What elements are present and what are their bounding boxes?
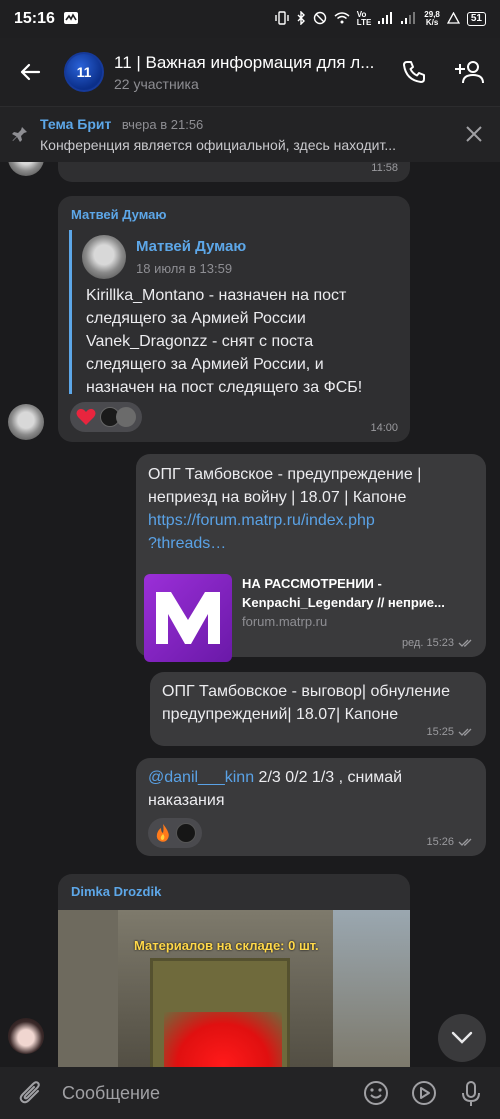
forwarded-avatar	[82, 235, 126, 279]
message-text: @danil___kinn 2/3 0/2 1/3 , снимай наказ…	[148, 769, 403, 809]
dnd-icon	[313, 11, 327, 28]
signal-2-icon	[401, 11, 417, 27]
activity-icon	[63, 11, 79, 28]
add-user-icon	[455, 61, 484, 84]
reactions	[70, 402, 142, 432]
forwarded-block[interactable]: Матвей Думаю 18 июля в 13:59 Kirillka_Mo…	[69, 230, 399, 396]
attach-icon	[19, 1081, 40, 1104]
message-sender[interactable]: Dimka Drozdik	[71, 884, 161, 899]
double-check-icon	[458, 838, 472, 846]
message-bubble[interactable]: 11:58	[58, 162, 410, 182]
forwarded-name: Матвей Думаю	[136, 238, 247, 255]
play-icon	[412, 1081, 436, 1105]
reaction-avatar	[116, 407, 136, 427]
chat-title: 11 | Важная информация для л...	[114, 52, 375, 72]
status-time: 15:16	[14, 10, 55, 27]
pinned-date: вчера в 21:56	[121, 117, 204, 132]
mention-link[interactable]: @danil___kinn	[148, 769, 254, 786]
preview-subtitle: Kenpachi_Legendary // неприе...	[242, 595, 445, 610]
message-bubble[interactable]: ОПГ Тамбовское - предупреждение | неприе…	[136, 454, 486, 662]
message-list[interactable]: 11:58 Матвей Думаю Матвей Думаю 18 июля …	[0, 162, 500, 1067]
message-bubble[interactable]: ОПГ Тамбовское - выговор| обнуление пред…	[150, 672, 486, 746]
message-image[interactable]: Материалов на складе: 0 шт.	[58, 910, 410, 1067]
message-text: ОПГ Тамбовское - предупреждение | неприе…	[148, 463, 478, 555]
double-check-icon	[458, 728, 472, 736]
message-bubble[interactable]: Матвей Думаю Матвей Думаю 18 июля в 13:5…	[58, 196, 410, 442]
message-time: 15:26	[426, 836, 474, 848]
chat-title-block[interactable]: 11 | Важная информация для л... 22 участ…	[114, 53, 384, 92]
pinned-message-bar[interactable]: Тема Брит вчера в 21:56 Конференция явля…	[0, 106, 500, 162]
sender-avatar[interactable]	[8, 1018, 44, 1054]
pinned-close-button[interactable]	[464, 124, 484, 149]
preview-thumbnail	[144, 574, 232, 662]
message-time: 14:00	[370, 422, 398, 434]
message-sender[interactable]: Матвей Думаю	[71, 207, 167, 222]
message-input-placeholder: Сообщение	[62, 1082, 160, 1103]
double-check-icon	[458, 639, 472, 647]
chat-avatar[interactable]: 11	[64, 52, 104, 92]
fire-reaction[interactable]	[148, 818, 202, 848]
site-logo-icon	[156, 592, 220, 644]
message-bubble[interactable]: Dimka Drozdik Материалов на складе: 0 шт…	[58, 874, 410, 1067]
image-wall	[58, 910, 118, 1067]
reactions	[148, 818, 202, 848]
call-button[interactable]	[400, 58, 428, 91]
close-icon	[466, 126, 482, 142]
status-bar: 15:16 Vo LTE 29,8 K/s 51	[0, 0, 500, 38]
message-time: 15:25	[426, 726, 474, 738]
image-caption: Материалов на складе: 0 шт.	[134, 938, 319, 953]
sender-avatar[interactable]	[8, 162, 44, 176]
warning-icon	[446, 11, 460, 27]
message-text: Kirillka_Montano - назначен на пост след…	[86, 287, 363, 396]
scroll-down-button[interactable]	[438, 1014, 486, 1062]
vibrate-icon	[275, 10, 289, 28]
reaction-avatar	[176, 823, 196, 843]
phone-icon	[403, 61, 425, 83]
add-member-button[interactable]	[454, 58, 486, 91]
image-marker	[164, 1012, 282, 1067]
message-time: ред. 15:23	[402, 637, 474, 649]
back-button[interactable]	[0, 60, 60, 84]
preview-title: НА РАССМОТРЕНИИ -	[242, 576, 382, 591]
preview-site: forum.matrp.ru	[242, 614, 328, 629]
image-sky	[333, 910, 410, 1067]
mic-icon	[462, 1081, 480, 1106]
sender-avatar[interactable]	[8, 404, 44, 440]
pin-icon	[0, 126, 40, 144]
message-bubble[interactable]: @danil___kinn 2/3 0/2 1/3 , снимай наказ…	[136, 758, 486, 856]
back-arrow-icon	[20, 63, 41, 81]
volte-icon: Vo LTE	[356, 10, 372, 27]
attach-button[interactable]	[18, 1080, 44, 1111]
net-speed: 29,8 K/s	[424, 10, 440, 27]
emoji-icon	[364, 1081, 388, 1105]
message-text: ОПГ Тамбовское - выговор| обнуление пред…	[162, 683, 450, 723]
bluetooth-icon	[296, 9, 306, 28]
message-input[interactable]: Сообщение	[52, 1083, 160, 1104]
chevron-down-icon	[451, 1031, 473, 1044]
pinned-author: Тема Брит	[40, 116, 112, 132]
message-composer: Сообщение	[0, 1067, 500, 1119]
video-message-button[interactable]	[411, 1080, 437, 1111]
signal-icon	[378, 11, 394, 27]
wifi-icon	[334, 11, 350, 27]
pinned-text: Конференция является официальной, здесь …	[40, 137, 397, 153]
battery-icon: 51	[466, 12, 486, 26]
heart-reaction[interactable]	[70, 402, 142, 432]
chat-member-count: 22 участника	[114, 75, 199, 92]
forwarded-date: 18 июля в 13:59	[136, 261, 233, 276]
message-time: 11:58	[371, 162, 398, 174]
message-link[interactable]: https://forum.matrp.ru/index.php ?threads…	[148, 509, 478, 555]
voice-button[interactable]	[460, 1080, 482, 1113]
emoji-button[interactable]	[363, 1080, 389, 1111]
status-icons: Vo LTE 29,8 K/s 51	[275, 9, 486, 28]
chat-header: 11 11 | Важная информация для л... 22 уч…	[0, 38, 500, 106]
